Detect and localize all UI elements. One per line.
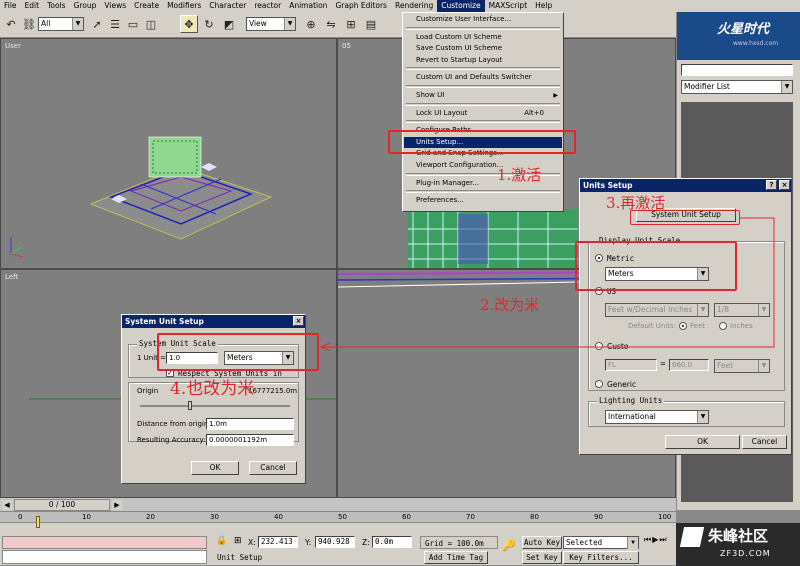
- status-bar: 🔒 ⊞ X: 232.413 Y: 940.928 Z: 0.0m Grid =…: [0, 516, 800, 566]
- annotation-step2: 2.改为米: [480, 296, 540, 314]
- timeline-tick-label: 30: [210, 513, 219, 521]
- maxscript-mini-listener[interactable]: [2, 550, 207, 564]
- playback-controls: ⏮ ▶ ⏭: [644, 535, 674, 563]
- prompt-line: Unit Setup: [217, 553, 263, 562]
- x-coord-field[interactable]: 232.413: [258, 536, 298, 548]
- timeline-tick-label: 40: [274, 513, 283, 521]
- set-key-button[interactable]: Set Key: [522, 551, 562, 564]
- time-slider-handle[interactable]: 0 / 100: [14, 499, 110, 511]
- annotation-step3: 3.再激活: [606, 194, 666, 212]
- next-frame-icon[interactable]: ▶: [112, 500, 122, 510]
- add-time-tag-button[interactable]: Add Time Tag: [424, 551, 488, 564]
- annotation-step4: 4.也改为米: [170, 379, 255, 399]
- goto-start-icon[interactable]: ⏮: [644, 535, 651, 563]
- chevron-down-icon: ▼: [627, 537, 638, 549]
- zf3d-logo: 朱峰社区 ZF3D.COM: [676, 523, 800, 566]
- key-icon[interactable]: 🔑: [502, 539, 518, 553]
- play-icon[interactable]: ▶: [652, 535, 658, 563]
- goto-end-icon[interactable]: ⏭: [659, 535, 666, 563]
- annotation-arrows: [319, 217, 775, 352]
- timeline-tick-label: 10: [82, 513, 91, 521]
- grid-display: Grid = 100.0m: [420, 536, 498, 549]
- key-filters-button[interactable]: Key Filters...: [563, 551, 639, 564]
- lock-icon[interactable]: 🔒: [216, 536, 227, 547]
- timeline-tick-label: 90: [594, 513, 603, 521]
- absolute-mode-icon[interactable]: ⊞: [234, 536, 244, 547]
- zf3d-logo-mark: [679, 527, 705, 547]
- annotation-step1: 1.激活: [497, 166, 542, 184]
- timeline: ◀ 0 / 100 ▶ 0 10 20 30 40 50 60 70 80 90 100: [0, 498, 676, 522]
- timeline-tick-label: 50: [338, 513, 347, 521]
- timeline-tick-label: 100: [658, 513, 672, 521]
- time-slider[interactable]: ◀ 0 / 100 ▶: [0, 498, 676, 512]
- current-frame-marker: [36, 516, 40, 528]
- y-coord-field[interactable]: 940.928: [315, 536, 355, 548]
- prev-frame-icon[interactable]: ◀: [2, 500, 12, 510]
- timeline-tick-label: 70: [466, 513, 475, 521]
- timeline-tick-label: 20: [146, 513, 155, 521]
- key-mode-dropdown[interactable]: Selected ▼: [563, 536, 639, 549]
- auto-key-button[interactable]: Auto Key: [522, 536, 562, 549]
- timeline-tick-label: 60: [402, 513, 411, 521]
- timeline-tick-label: 0: [18, 513, 23, 521]
- timeline-tick-label: 80: [530, 513, 539, 521]
- z-coord-field[interactable]: 0.0m: [372, 536, 412, 548]
- maxscript-listener[interactable]: [2, 536, 207, 549]
- track-bar[interactable]: 0 10 20 30 40 50 60 70 80 90 100: [0, 512, 676, 522]
